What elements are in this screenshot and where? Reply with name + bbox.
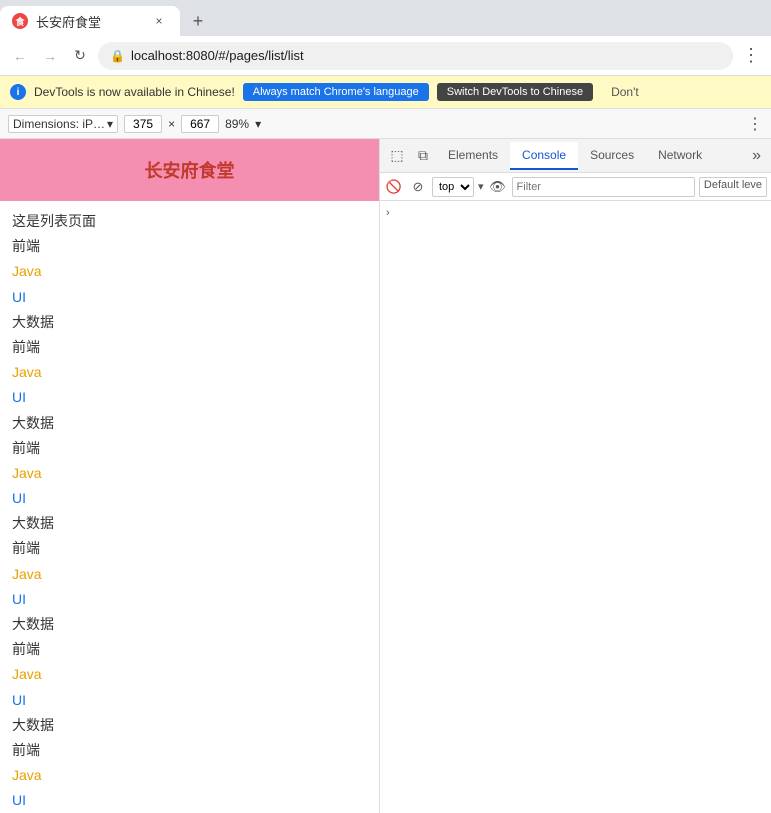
console-stop-button[interactable]: 🚫: [384, 177, 404, 197]
back-button[interactable]: ←: [8, 44, 32, 68]
active-tab[interactable]: 食 长安府食堂 ×: [0, 6, 180, 36]
page-list: 这是列表页面 前端JavaUI大数据前端JavaUI大数据前端JavaUI大数据…: [0, 201, 379, 813]
list-item: 大数据: [12, 511, 367, 536]
switch-devtools-button[interactable]: Switch DevTools to Chinese: [437, 83, 593, 101]
new-tab-button[interactable]: +: [184, 7, 212, 35]
page-header: 长安府食堂: [0, 139, 379, 201]
main-area: 长安府食堂 这是列表页面 前端JavaUI大数据前端JavaUI大数据前端Jav…: [0, 139, 771, 813]
tab-favicon: 食: [12, 13, 28, 29]
url-bar[interactable]: 🔒 localhost:8080/#/pages/list/list: [98, 42, 733, 70]
tab-elements[interactable]: Elements: [436, 142, 510, 170]
chevron-down-icon-zoom: ▾: [255, 117, 261, 131]
tab-title: 长安府食堂: [36, 12, 101, 31]
url-text: localhost:8080/#/pages/list/list: [131, 48, 721, 63]
list-item: Java: [12, 259, 367, 284]
list-item: 前端: [12, 234, 367, 259]
secure-icon: 🔒: [110, 49, 125, 63]
list-item: UI: [12, 587, 367, 612]
list-item: Java: [12, 763, 367, 788]
dimensions-more-button[interactable]: ⋮: [747, 114, 763, 134]
dont-button[interactable]: Don't: [601, 82, 649, 102]
list-item: UI: [12, 285, 367, 310]
list-item: UI: [12, 385, 367, 410]
console-eye-button[interactable]: 👁: [488, 177, 508, 197]
list-item: 前端: [12, 436, 367, 461]
console-clear-button[interactable]: ⊘: [408, 177, 428, 197]
forward-button[interactable]: →: [38, 44, 62, 68]
notification-text: DevTools is now available in Chinese!: [34, 85, 235, 99]
console-context-select[interactable]: top: [432, 177, 474, 197]
devtools-notification: i DevTools is now available in Chinese! …: [0, 76, 771, 109]
match-language-button[interactable]: Always match Chrome's language: [243, 83, 429, 101]
list-item: 前端: [12, 335, 367, 360]
list-item: 大数据: [12, 713, 367, 738]
tab-bar: 食 长安府食堂 × +: [0, 0, 771, 36]
width-input[interactable]: [124, 115, 162, 133]
list-item: Java: [12, 662, 367, 687]
dimensions-label: Dimensions: iP…: [13, 117, 105, 131]
console-toolbar: 🚫 ⊘ top ▾ 👁 Default leve: [380, 173, 771, 201]
console-level-selector[interactable]: Default leve: [699, 177, 767, 197]
console-filter-input[interactable]: [512, 177, 695, 197]
list-item: Java: [12, 562, 367, 587]
list-item-intro: 这是列表页面: [12, 209, 367, 234]
console-content: ›: [380, 201, 771, 813]
tab-console[interactable]: Console: [510, 142, 578, 170]
devtools-tabs: ⬚ ⧉ Elements Console Sources Network »: [380, 139, 771, 173]
device-selector[interactable]: Dimensions: iP… ▾: [8, 115, 118, 133]
list-item: 大数据: [12, 612, 367, 637]
zoom-level: 89%: [225, 117, 249, 131]
height-input[interactable]: [181, 115, 219, 133]
nav-bar: ← → ↻ 🔒 localhost:8080/#/pages/list/list…: [0, 36, 771, 76]
page-title: 长安府食堂: [145, 161, 235, 181]
devtools-panel: ⬚ ⧉ Elements Console Sources Network » 🚫…: [380, 139, 771, 813]
tab-close-button[interactable]: ×: [150, 12, 168, 30]
dimensions-x: ×: [168, 117, 175, 131]
reload-button[interactable]: ↻: [68, 44, 92, 68]
list-item: 大数据: [12, 411, 367, 436]
nav-more-button[interactable]: ⋮: [739, 44, 763, 68]
list-item: Java: [12, 461, 367, 486]
tab-sources[interactable]: Sources: [578, 142, 646, 170]
list-item: Java: [12, 360, 367, 385]
tab-network[interactable]: Network: [646, 142, 714, 170]
chevron-down-icon: ▾: [107, 117, 113, 131]
notification-icon: i: [10, 84, 26, 100]
list-item: 大数据: [12, 310, 367, 335]
list-item: 前端: [12, 637, 367, 662]
list-item: UI: [12, 788, 367, 813]
list-item: UI: [12, 486, 367, 511]
list-item: 前端: [12, 738, 367, 763]
page-viewport: 长安府食堂 这是列表页面 前端JavaUI大数据前端JavaUI大数据前端Jav…: [0, 139, 380, 813]
device-toolbar-button[interactable]: ⧉: [410, 143, 436, 169]
dimensions-bar: Dimensions: iP… ▾ × 89% ▾ ⋮: [0, 109, 771, 139]
devtools-more-tabs-button[interactable]: »: [746, 147, 767, 165]
inspect-element-button[interactable]: ⬚: [384, 143, 410, 169]
list-item: UI: [12, 688, 367, 713]
list-item: 前端: [12, 536, 367, 561]
console-arrow[interactable]: ›: [386, 207, 390, 219]
